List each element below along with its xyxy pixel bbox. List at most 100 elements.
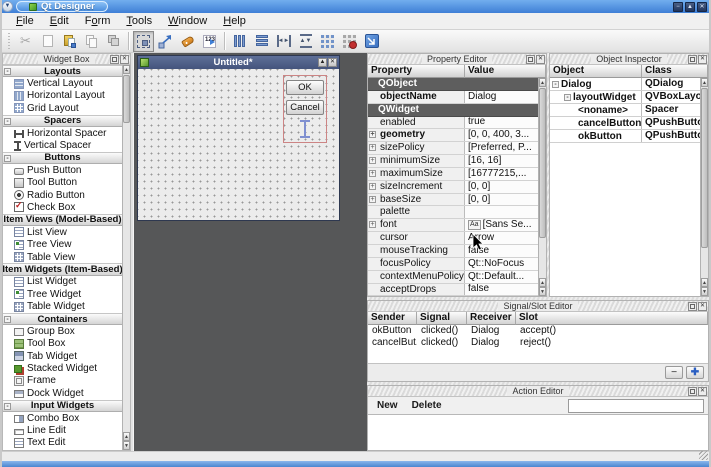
- lay-out-in-a-grid-button[interactable]: [317, 31, 338, 52]
- widget-box-titlebar[interactable]: Widget Box: [3, 54, 130, 65]
- scroll-up-button[interactable]: ▲: [123, 432, 130, 441]
- stack-button[interactable]: [103, 31, 124, 52]
- widget-item[interactable]: Tree View: [3, 238, 122, 250]
- action-list[interactable]: [368, 414, 708, 450]
- toolbar-grip[interactable]: [7, 33, 12, 49]
- scrollbar-thumb[interactable]: [701, 88, 708, 248]
- object-row[interactable]: okButtonQPushButton: [550, 130, 700, 143]
- object-row[interactable]: DialogQDialog: [550, 78, 700, 91]
- column-header-sender[interactable]: Sender: [368, 312, 417, 325]
- collapse-icon[interactable]: [564, 94, 571, 101]
- property-group-row[interactable]: QObject: [368, 78, 538, 91]
- property-row[interactable]: cursorArrow: [368, 232, 538, 245]
- property-row[interactable]: mouseTrackingfalse: [368, 245, 538, 258]
- form-shade-button[interactable]: ▲: [318, 58, 327, 67]
- widget-item[interactable]: List Widget: [3, 276, 122, 288]
- edit-tab-order-button[interactable]: [199, 31, 220, 52]
- cut-button[interactable]: ✂: [15, 31, 36, 52]
- property-row[interactable]: fontAa[Sans Se...: [368, 219, 538, 232]
- widget-item[interactable]: Vertical Spacer: [3, 139, 122, 151]
- widget-item[interactable]: Tool Box: [3, 338, 122, 350]
- property-row[interactable]: sizeIncrement[0, 0]: [368, 181, 538, 194]
- maximize-button[interactable]: ▲: [685, 2, 695, 12]
- close-panel-button[interactable]: [120, 55, 129, 64]
- category-input-widgets[interactable]: Input Widgets: [3, 400, 122, 412]
- object-inspector-scrollbar[interactable]: ▲ ▲ ▼: [700, 78, 708, 296]
- expand-icon[interactable]: [369, 183, 376, 190]
- vertical-spacer-widget[interactable]: [298, 120, 312, 138]
- menu-window[interactable]: Window: [160, 13, 215, 30]
- widget-item[interactable]: Push Button: [3, 164, 122, 176]
- edit-widgets-button[interactable]: [133, 31, 154, 52]
- property-group-row[interactable]: QWidget: [368, 104, 538, 117]
- collapse-icon[interactable]: [552, 81, 559, 88]
- column-header-receiver[interactable]: Receiver: [467, 312, 516, 325]
- property-row[interactable]: maximumSize[16777215,...: [368, 168, 538, 181]
- float-panel-button[interactable]: [688, 302, 697, 311]
- widget-item[interactable]: Table View: [3, 251, 122, 263]
- widget-item[interactable]: Line Edit: [3, 424, 122, 436]
- property-row[interactable]: objectNameDialog: [368, 91, 538, 104]
- form-canvas[interactable]: OK Cancel: [138, 69, 339, 220]
- widget-item[interactable]: Tool Button: [3, 177, 122, 189]
- scroll-down-button[interactable]: ▼: [701, 287, 708, 296]
- widget-item[interactable]: Horizontal Spacer: [3, 127, 122, 139]
- close-button[interactable]: ✕: [697, 2, 707, 12]
- break-layout-button[interactable]: [339, 31, 360, 52]
- lay-out-horizontally-button[interactable]: [229, 31, 250, 52]
- collapse-icon[interactable]: [4, 68, 11, 75]
- object-row[interactable]: layoutWidgetQVBoxLayout: [550, 91, 700, 104]
- menu-tools[interactable]: Tools: [118, 13, 160, 30]
- property-row[interactable]: minimumSize[16, 16]: [368, 155, 538, 168]
- widget-item[interactable]: Combo Box: [3, 412, 122, 424]
- category-buttons[interactable]: Buttons: [3, 152, 122, 164]
- property-editor-titlebar[interactable]: Property Editor: [368, 54, 546, 65]
- expand-icon[interactable]: [369, 221, 376, 228]
- cancel-button[interactable]: Cancel: [286, 100, 324, 115]
- category-spacers[interactable]: Spacers: [3, 115, 122, 127]
- minimize-button[interactable]: −: [673, 2, 683, 12]
- widget-item[interactable]: Tab Widget: [3, 350, 122, 362]
- property-editor-scrollbar[interactable]: ▲ ▲ ▼: [538, 78, 546, 296]
- collapse-icon[interactable]: [4, 403, 11, 410]
- property-row[interactable]: contextMenuPolicyQt::Default...: [368, 271, 538, 284]
- expand-icon[interactable]: [369, 170, 376, 177]
- lay-out-vertically-in-splitter-button[interactable]: ▲▼: [295, 31, 316, 52]
- widget-item[interactable]: Table Widget: [3, 300, 122, 312]
- delete-action-button[interactable]: Delete: [407, 400, 447, 411]
- collapse-icon[interactable]: [4, 155, 11, 162]
- scroll-up-button[interactable]: ▲: [701, 78, 708, 87]
- float-panel-button[interactable]: [110, 55, 119, 64]
- widget-item[interactable]: Horizontal Layout: [3, 90, 122, 102]
- page-button[interactable]: [37, 31, 58, 52]
- window-menu-button[interactable]: ▼: [2, 1, 13, 12]
- lay-out-vertically-button[interactable]: [251, 31, 272, 52]
- widget-item[interactable]: Group Box: [3, 325, 122, 337]
- widget-item[interactable]: Dock Widget: [3, 387, 122, 399]
- widget-item[interactable]: Check Box: [3, 201, 122, 213]
- widget-box-scrollbar[interactable]: ▲ ▲ ▼: [122, 65, 130, 450]
- signal-slot-editor-titlebar[interactable]: Signal/Slot Editor: [368, 301, 708, 312]
- lay-out-horizontally-in-splitter-button[interactable]: ◄►: [273, 31, 294, 52]
- widget-item[interactable]: Radio Button: [3, 189, 122, 201]
- expand-icon[interactable]: [369, 131, 376, 138]
- action-filter-input[interactable]: [568, 399, 704, 413]
- category-item-widgets[interactable]: Item Widgets (Item-Based): [3, 263, 122, 275]
- scrollbar-thumb[interactable]: [539, 88, 546, 238]
- float-panel-button[interactable]: [688, 55, 697, 64]
- widget-item[interactable]: Stacked Widget: [3, 362, 122, 374]
- float-panel-button[interactable]: [526, 55, 535, 64]
- edit-buddies-button[interactable]: [177, 31, 198, 52]
- edit-signals-slots-button[interactable]: [155, 31, 176, 52]
- scroll-up-button[interactable]: ▲: [123, 65, 130, 74]
- expand-icon[interactable]: [369, 144, 376, 151]
- property-row[interactable]: enabledtrue: [368, 117, 538, 130]
- action-editor-titlebar[interactable]: Action Editor: [368, 386, 708, 397]
- scrollbar-thumb[interactable]: [123, 75, 130, 123]
- object-inspector-titlebar[interactable]: Object Inspector: [550, 54, 708, 65]
- ok-button[interactable]: OK: [286, 80, 324, 95]
- property-row[interactable]: baseSize[0, 0]: [368, 194, 538, 207]
- connection-row[interactable]: cancelBut... clicked() Dialog reject(): [368, 337, 708, 349]
- paste-button[interactable]: [59, 31, 80, 52]
- column-header-property[interactable]: Property: [368, 65, 465, 78]
